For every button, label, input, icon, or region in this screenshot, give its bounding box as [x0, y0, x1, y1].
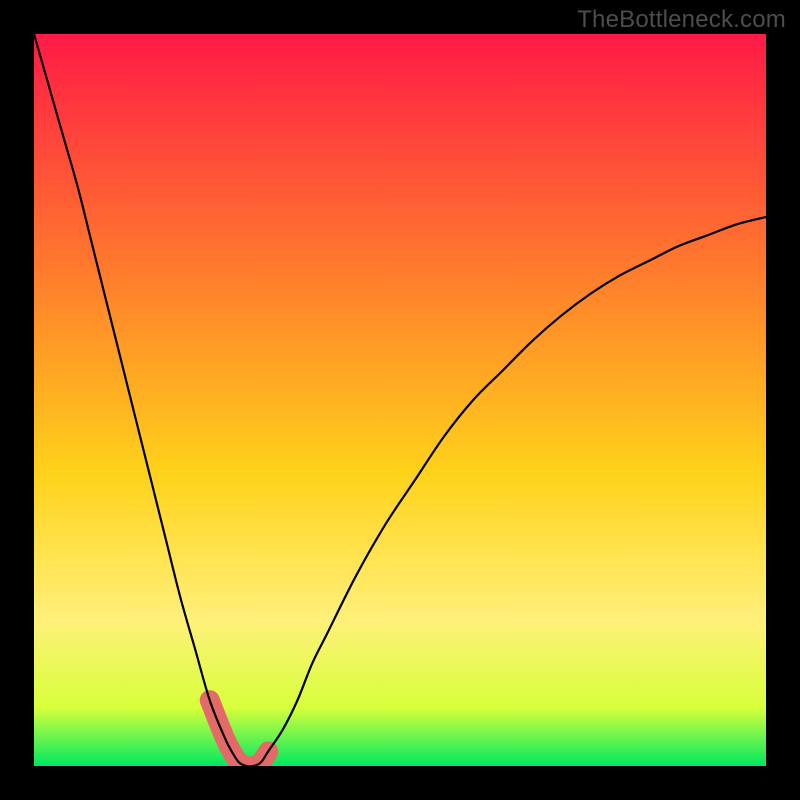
outer-frame: TheBottleneck.com — [0, 0, 800, 800]
plot-svg — [34, 34, 766, 766]
plot-area — [34, 34, 766, 766]
watermark-text: TheBottleneck.com — [577, 6, 786, 34]
gradient-background — [34, 34, 766, 766]
